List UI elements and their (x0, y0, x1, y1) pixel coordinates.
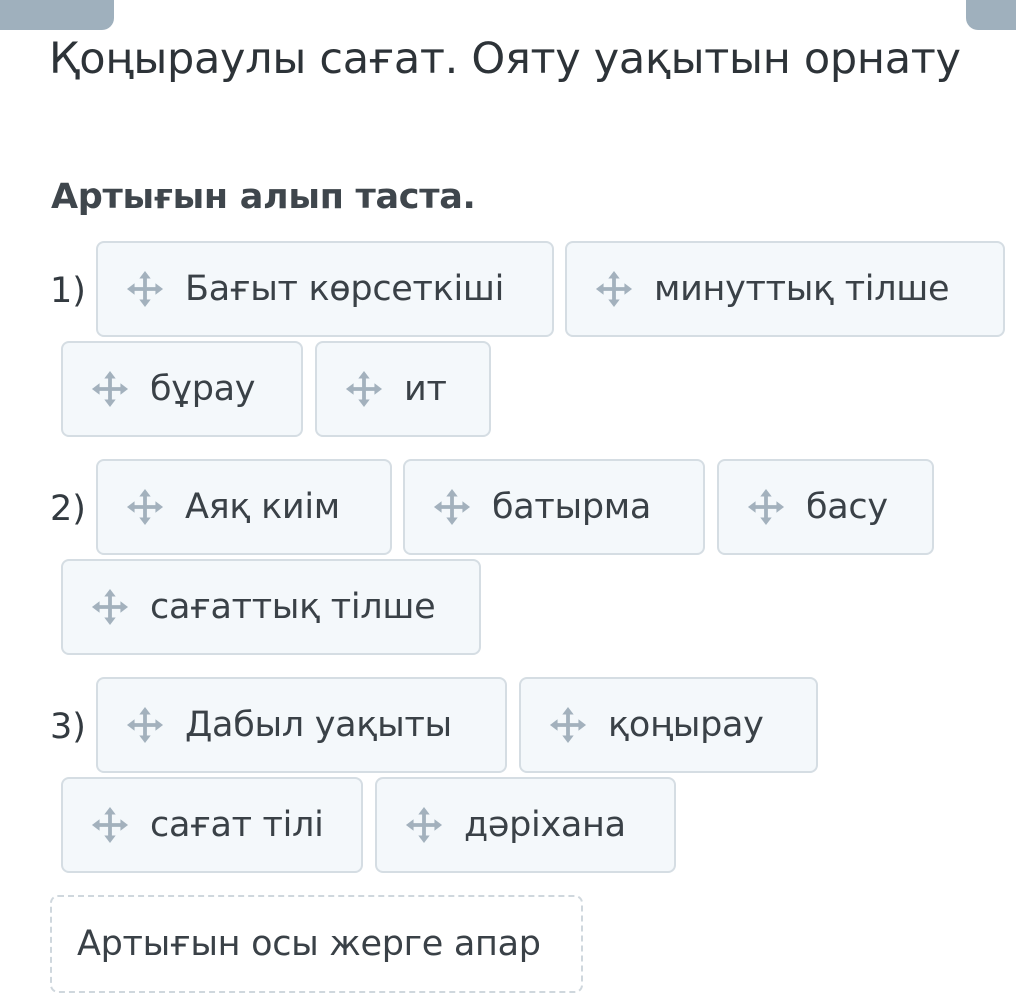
question-number: 3) (50, 707, 86, 747)
option-label: Бағыт көрсеткіші (185, 269, 505, 309)
option-label: Дабыл уақыты (185, 705, 452, 745)
move-arrows-icon (747, 488, 785, 526)
move-arrows-icon (595, 270, 633, 308)
option-chip[interactable]: басу (717, 459, 934, 555)
option-chip[interactable]: сағат тілі (61, 777, 363, 873)
question-number: 1) (50, 271, 86, 311)
drop-zone[interactable]: Артығын осы жерге апар (50, 895, 583, 993)
option-label: сағаттық тілше (150, 587, 436, 627)
option-chip[interactable]: ит (315, 341, 491, 437)
move-arrows-icon (126, 270, 164, 308)
move-arrows-icon (549, 706, 587, 744)
move-arrows-icon (126, 488, 164, 526)
option-chip[interactable]: Бағыт көрсеткіші (96, 241, 554, 337)
move-arrows-icon (433, 488, 471, 526)
option-label: минуттық тілше (654, 269, 950, 309)
move-arrows-icon (91, 588, 129, 626)
option-label: сағат тілі (150, 805, 324, 845)
option-chip[interactable]: Дабыл уақыты (96, 677, 507, 773)
option-label: Аяқ киім (185, 487, 340, 527)
option-label: қоңырау (608, 705, 764, 745)
move-arrows-icon (91, 806, 129, 844)
option-label: бұрау (150, 369, 256, 409)
option-chip[interactable]: минуттық тілше (565, 241, 1005, 337)
option-chip[interactable]: сағаттық тілше (61, 559, 481, 655)
option-label: батырма (492, 487, 652, 527)
move-arrows-icon (126, 706, 164, 744)
move-arrows-icon (91, 370, 129, 408)
option-chip[interactable]: дәріхана (375, 777, 676, 873)
option-label: ит (404, 369, 447, 409)
option-chip[interactable]: қоңырау (519, 677, 818, 773)
option-label: дәріхана (464, 805, 626, 845)
top-right-tab (966, 0, 1016, 30)
move-arrows-icon (345, 370, 383, 408)
move-arrows-icon (405, 806, 443, 844)
option-chip[interactable]: Аяқ киім (96, 459, 392, 555)
instruction-text: Артығын алып таста. (51, 177, 476, 217)
page-title: Қоңыраулы сағат. Ояту уақытын орнату (49, 34, 961, 84)
option-chip[interactable]: батырма (403, 459, 705, 555)
top-left-tab (0, 0, 114, 30)
option-label: басу (806, 487, 888, 527)
question-number: 2) (50, 489, 86, 529)
drop-zone-label: Артығын осы жерге апар (77, 924, 541, 964)
option-chip[interactable]: бұрау (61, 341, 303, 437)
